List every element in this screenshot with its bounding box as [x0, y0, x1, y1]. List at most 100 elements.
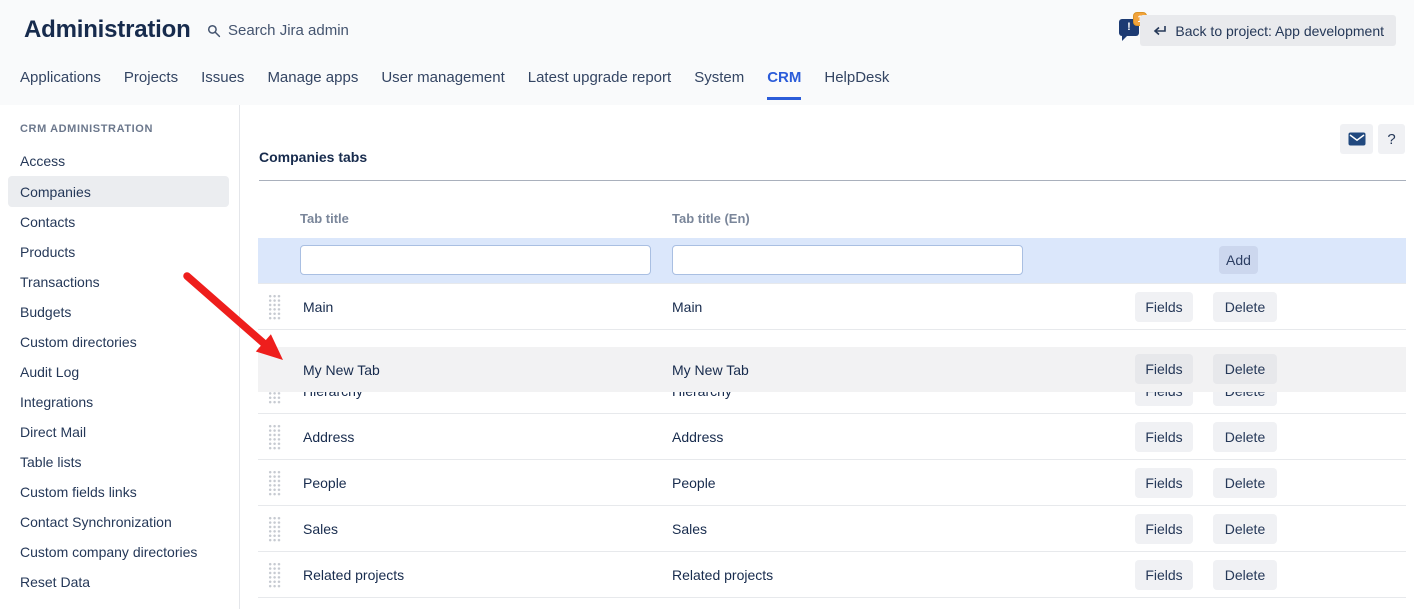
notification-bubble-tail: [1122, 35, 1128, 41]
tab-title-cell: Sales: [303, 506, 338, 551]
sidebar-item[interactable]: Budgets: [0, 297, 239, 327]
tab-title-cell: Main: [303, 284, 333, 329]
tab-title-en-input[interactable]: [672, 245, 1023, 275]
add-button[interactable]: Add: [1219, 246, 1258, 274]
table-row: Main Main Fields Delete: [258, 284, 1406, 330]
delete-button[interactable]: Delete: [1213, 560, 1277, 590]
delete-button[interactable]: Delete: [1213, 468, 1277, 498]
drag-handle-icon[interactable]: [268, 562, 281, 588]
sidebar-item-label: Access: [20, 153, 65, 169]
sidebar-item[interactable]: Audit Log: [0, 357, 239, 387]
sidebar-item-label: Custom directories: [20, 334, 137, 350]
nav-tab[interactable]: Issues: [201, 69, 244, 100]
nav-tab-label: Latest upgrade report: [528, 69, 671, 86]
fields-button[interactable]: Fields: [1135, 354, 1193, 384]
nav-tab[interactable]: HelpDesk: [824, 69, 889, 100]
notifications-button[interactable]: ! 1: [1119, 16, 1143, 40]
nav-tab[interactable]: CRM: [767, 69, 801, 100]
sidebar-item-label: Transactions: [20, 274, 100, 290]
sidebar-item-label: Companies: [20, 184, 91, 200]
heading-divider: [259, 180, 1406, 181]
drag-handle-icon[interactable]: [268, 470, 281, 496]
dragged-row[interactable]: My New Tab My New Tab Fields Delete: [258, 347, 1406, 392]
help-button[interactable]: ?: [1378, 124, 1405, 154]
page-title: Administration: [24, 16, 191, 44]
fields-button[interactable]: Fields: [1135, 292, 1193, 322]
administration-page: Administration Search Jira admin ! 1 Bac…: [0, 0, 1414, 609]
tab-title-cell: People: [303, 460, 347, 505]
sidebar-item[interactable]: Custom directories: [0, 327, 239, 357]
sidebar-item-label: Custom company directories: [20, 544, 197, 560]
sidebar-item-label: Direct Mail: [20, 424, 86, 440]
sidebar-item-label: Contact Synchronization: [20, 514, 172, 530]
table-row: Sales Sales Fields Delete: [258, 506, 1406, 552]
fields-button[interactable]: Fields: [1135, 560, 1193, 590]
sidebar-item-label: Products: [20, 244, 75, 260]
admin-nav-tabs: Applications Projects Issues Manage apps…: [20, 69, 889, 100]
sidebar-item[interactable]: Reset Data: [0, 567, 239, 597]
top-bar: Administration Search Jira admin ! 1 Bac…: [0, 0, 1414, 105]
search-input[interactable]: Search Jira admin: [207, 22, 349, 39]
sidebar-item-label: Audit Log: [20, 364, 79, 380]
delete-button[interactable]: Delete: [1213, 354, 1277, 384]
nav-tab-label: User management: [381, 69, 504, 86]
sidebar-item[interactable]: Table lists: [0, 447, 239, 477]
fields-button[interactable]: Fields: [1135, 422, 1193, 452]
tab-title-en-cell: Sales: [672, 506, 707, 551]
nav-tab[interactable]: Projects: [124, 69, 178, 100]
tab-title-cell: My New Tab: [303, 347, 380, 392]
drag-handle-icon[interactable]: [268, 516, 281, 542]
fields-button[interactable]: Fields: [1135, 514, 1193, 544]
sidebar-item[interactable]: Integrations: [0, 387, 239, 417]
table-row: Address Address Fields Delete: [258, 414, 1406, 460]
tab-title-en-cell: Address: [672, 414, 723, 459]
sidebar-item[interactable]: Contacts: [0, 207, 239, 237]
delete-button[interactable]: Delete: [1213, 292, 1277, 322]
sidebar-item[interactable]: Transactions: [0, 267, 239, 297]
crm-admin-sidebar: CRM ADMINISTRATION Access Companies Cont…: [0, 105, 240, 609]
tab-title-en-cell: Related projects: [672, 552, 773, 597]
envelope-icon: [1348, 132, 1366, 146]
nav-tab-label: System: [694, 69, 744, 86]
sidebar-heading: CRM ADMINISTRATION: [20, 123, 239, 135]
sidebar-item[interactable]: Products: [0, 237, 239, 267]
sidebar-item-label: Integrations: [20, 394, 93, 410]
sidebar-item-label: Reset Data: [20, 574, 90, 590]
nav-tab[interactable]: User management: [381, 69, 504, 100]
column-header-tab-title-en: Tab title (En): [672, 211, 750, 226]
sidebar-item[interactable]: Custom company directories: [0, 537, 239, 567]
sidebar-item[interactable]: Access: [0, 146, 239, 176]
back-button-label: Back to project: App development: [1175, 23, 1384, 39]
sidebar-item[interactable]: Companies: [8, 176, 229, 207]
back-to-project-button[interactable]: Back to project: App development: [1140, 15, 1396, 46]
sidebar-item-label: Budgets: [20, 304, 71, 320]
tab-title-input[interactable]: [300, 245, 651, 275]
nav-tab-label: Applications: [20, 69, 101, 86]
tab-title-cell: Address: [303, 414, 354, 459]
delete-button[interactable]: Delete: [1213, 514, 1277, 544]
sidebar-item[interactable]: Direct Mail: [0, 417, 239, 447]
sidebar-item[interactable]: Custom fields links: [0, 477, 239, 507]
tabs-table: Main Main Fields Delete Hierarchy Hierar…: [258, 283, 1406, 598]
nav-tab[interactable]: Applications: [20, 69, 101, 100]
nav-tab-label: CRM: [767, 69, 801, 86]
drag-handle-icon[interactable]: [268, 294, 281, 320]
nav-tab-label: Manage apps: [267, 69, 358, 86]
tab-title-en-cell: People: [672, 460, 716, 505]
mail-button[interactable]: [1340, 124, 1373, 154]
add-tab-row: Add: [258, 238, 1406, 283]
fields-button[interactable]: Fields: [1135, 468, 1193, 498]
drag-handle-icon[interactable]: [268, 424, 281, 450]
table-row: Related projects Related projects Fields…: [258, 552, 1406, 598]
nav-tab[interactable]: Manage apps: [267, 69, 358, 100]
search-icon: [207, 24, 221, 38]
delete-button[interactable]: Delete: [1213, 422, 1277, 452]
nav-tab[interactable]: System: [694, 69, 744, 100]
sidebar-item[interactable]: Contact Synchronization: [0, 507, 239, 537]
nav-tab[interactable]: Latest upgrade report: [528, 69, 671, 100]
help-label: ?: [1387, 131, 1395, 148]
column-header-tab-title: Tab title: [300, 211, 349, 226]
sidebar-item-label: Contacts: [20, 214, 75, 230]
nav-tab-label: Issues: [201, 69, 244, 86]
sidebar-item-label: Table lists: [20, 454, 81, 470]
